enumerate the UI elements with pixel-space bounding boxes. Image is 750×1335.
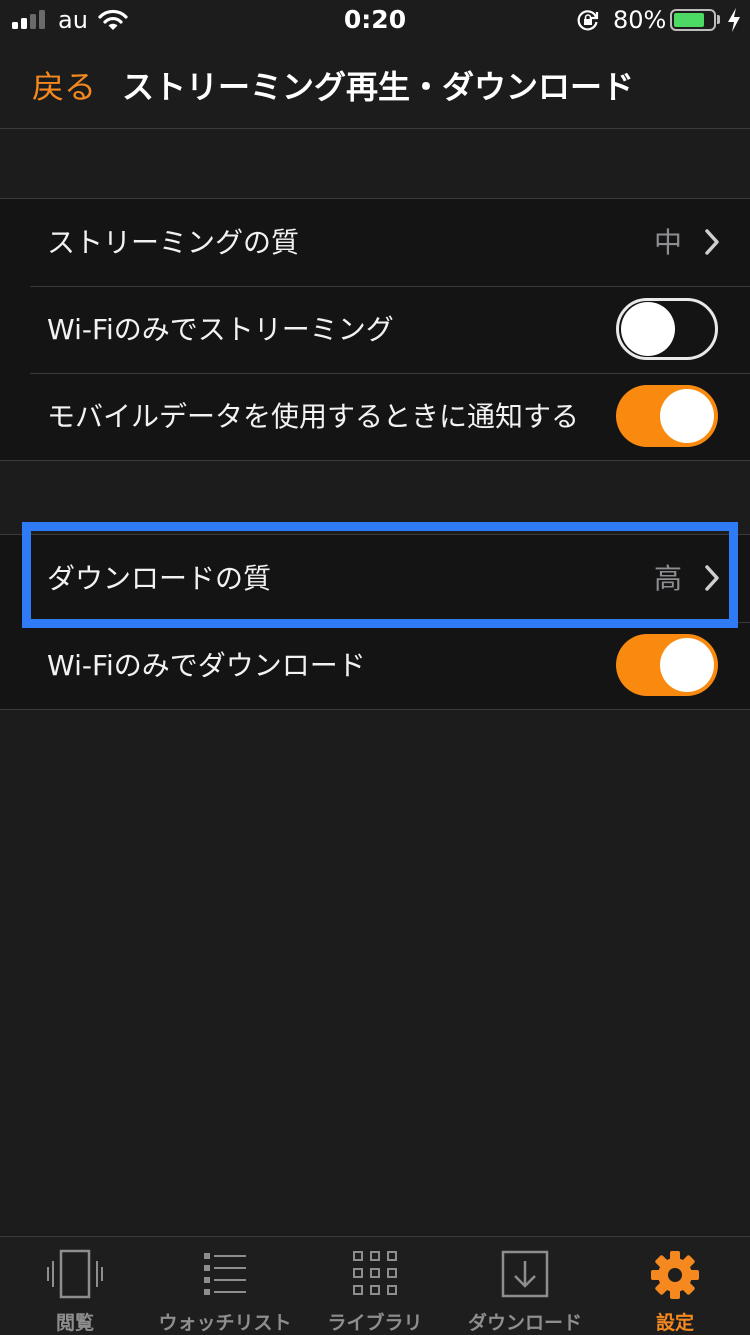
gear-icon (651, 1251, 699, 1299)
wifi-only-streaming-toggle[interactable] (616, 298, 718, 360)
wifi-only-download-toggle[interactable] (616, 634, 718, 696)
charging-icon (728, 8, 740, 32)
back-button[interactable]: 戻る (32, 62, 96, 108)
toggle-knob (660, 638, 714, 692)
wifi-only-streaming-row: Wi-Fiのみでストリーミング (0, 286, 750, 373)
tab-label: 閲覧 (55, 1312, 94, 1334)
phone-vibrate-icon (47, 1249, 103, 1299)
tab-label: 設定 (655, 1312, 694, 1334)
navigation-bar: 戻る ストリーミング再生・ダウンロード (0, 40, 750, 129)
streaming-quality-row[interactable]: ストリーミングの質 中 (0, 199, 750, 286)
battery-icon (670, 9, 716, 31)
streaming-quality-label: ストリーミングの質 (47, 226, 300, 259)
toggle-knob (621, 302, 675, 356)
battery-percent: 80% (613, 6, 667, 34)
toggle-knob (660, 389, 714, 443)
list-icon (204, 1253, 246, 1295)
battery-nub (717, 15, 720, 24)
carrier-name: au (58, 6, 88, 34)
rotation-lock-icon (577, 10, 599, 31)
tab-browse[interactable]: 閲覧 (0, 1237, 150, 1335)
download-icon (501, 1250, 549, 1298)
tab-downloads[interactable]: ダウンロード (450, 1237, 600, 1335)
tab-watchlist[interactable]: ウォッチリスト (150, 1237, 300, 1335)
page-title: ストリーミング再生・ダウンロード (122, 68, 635, 106)
chevron-right-icon (705, 565, 719, 591)
wifi-only-download-label: Wi-Fiのみでダウンロード (47, 649, 366, 682)
tab-settings[interactable]: 設定 (600, 1237, 750, 1335)
chevron-right-icon (705, 229, 719, 255)
wifi-only-streaming-label: Wi-Fiのみでストリーミング (47, 313, 394, 346)
status-bar: au 0:20 80% (0, 0, 750, 40)
streaming-quality-value: 中 (653, 226, 682, 259)
mobile-data-notify-row: モバイルデータを使用するときに通知する (0, 373, 750, 460)
download-quality-row[interactable]: ダウンロードの質 高 (0, 535, 750, 622)
wifi-only-download-row: Wi-Fiのみでダウンロード (0, 622, 750, 709)
tab-label: ダウンロード (467, 1312, 582, 1334)
tab-label: ウォッチリスト (158, 1312, 292, 1334)
download-settings-group: ダウンロードの質 高 Wi-Fiのみでダウンロード (0, 534, 750, 710)
tab-bar: 閲覧 ウォッチリスト ライブラリ ダウンロード 設定 (0, 1236, 750, 1335)
tab-label: ライブラリ (327, 1312, 423, 1334)
download-quality-label: ダウンロードの質 (47, 562, 272, 595)
grid-icon (353, 1251, 397, 1295)
mobile-data-notify-label: モバイルデータを使用するときに通知する (47, 400, 580, 433)
mobile-data-notify-toggle[interactable] (616, 385, 718, 447)
signal-strength-icon (12, 10, 46, 29)
tab-library[interactable]: ライブラリ (300, 1237, 450, 1335)
wifi-icon (98, 9, 128, 30)
download-quality-value: 高 (653, 562, 682, 595)
streaming-settings-group: ストリーミングの質 中 Wi-Fiのみでストリーミング モバイルデータを使用する… (0, 198, 750, 461)
